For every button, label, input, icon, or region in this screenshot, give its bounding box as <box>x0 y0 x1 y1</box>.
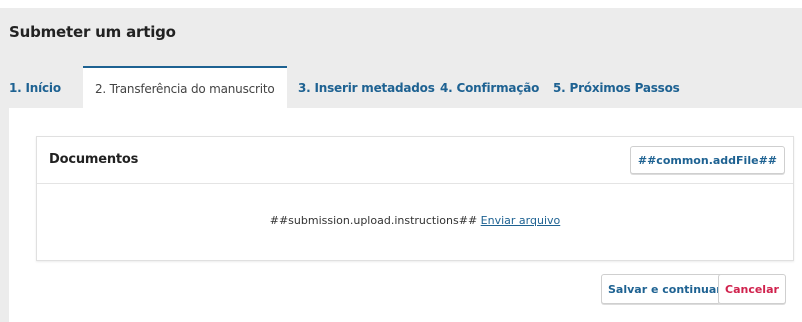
upload-instructions-text: ##submission.upload.instructions## <box>269 214 481 227</box>
upload-instructions-row: ##submission.upload.instructions## Envia… <box>37 183 793 259</box>
tab-panel: Documentos ##common.addFile## ##submissi… <box>9 108 802 322</box>
tab-inserir-metadados[interactable]: 3. Inserir metadados <box>298 66 435 108</box>
submission-steps-tabs: 1. Início 2. Transferência do manuscrito… <box>9 66 802 108</box>
documents-card-header: Documentos ##common.addFile## <box>37 137 793 184</box>
tab-transferencia-manuscrito[interactable]: 2. Transferência do manuscrito <box>83 66 287 108</box>
upload-file-link[interactable]: Enviar arquivo <box>481 214 561 227</box>
add-file-button[interactable]: ##common.addFile## <box>629 146 785 174</box>
page-title: Submeter um artigo <box>9 23 176 41</box>
tab-proximos-passos[interactable]: 5. Próximos Passos <box>553 66 680 108</box>
tab-confirmacao[interactable]: 4. Confirmação <box>440 66 539 108</box>
tab-inicio[interactable]: 1. Início <box>9 66 61 108</box>
page-background: Submeter um artigo 1. Início 2. Transfer… <box>0 8 802 322</box>
cancel-button[interactable]: Cancelar <box>718 274 786 304</box>
documents-card: Documentos ##common.addFile## ##submissi… <box>36 136 794 261</box>
documents-title: Documentos <box>49 152 139 167</box>
save-and-continue-button[interactable]: Salvar e continuar <box>601 274 729 304</box>
